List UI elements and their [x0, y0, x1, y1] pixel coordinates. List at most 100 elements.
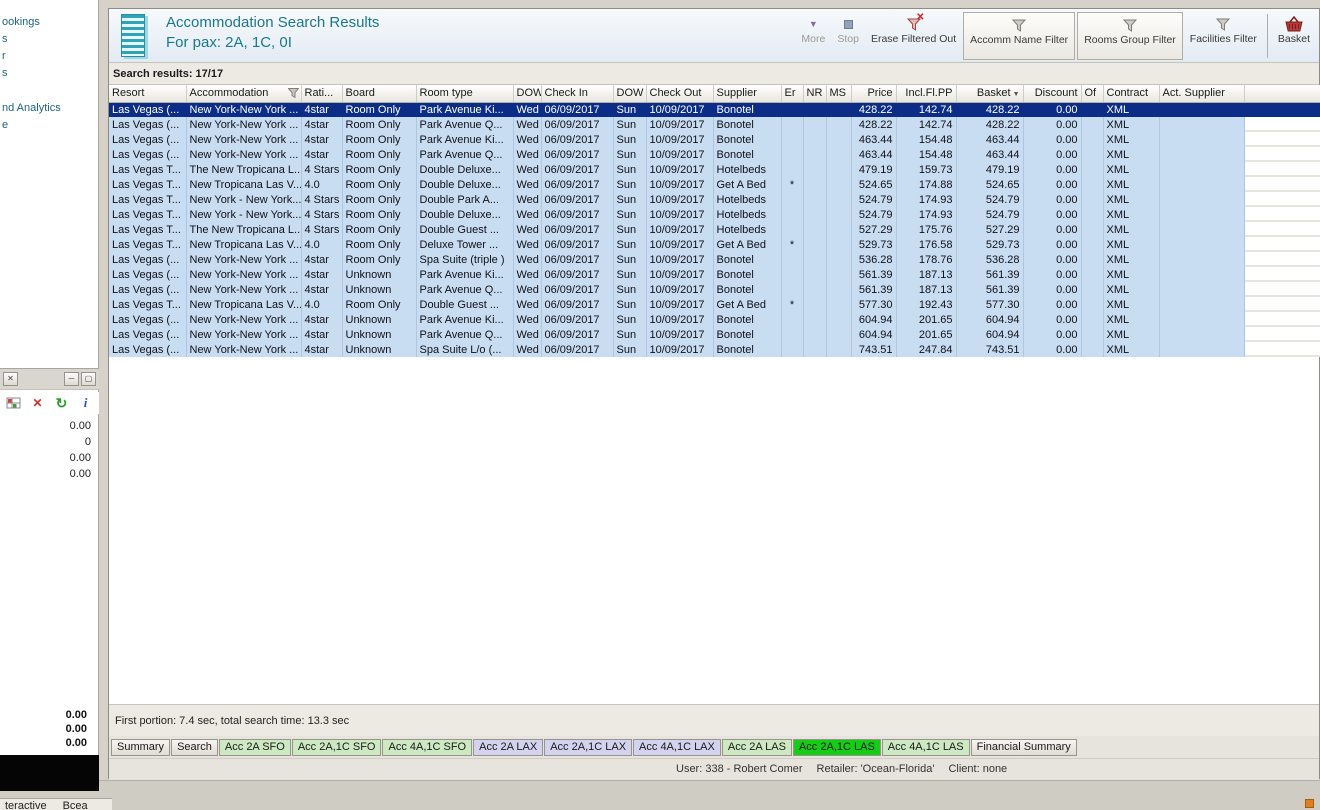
column-header-board[interactable]: Board: [342, 85, 416, 102]
column-header-price[interactable]: Price: [851, 85, 896, 102]
maximize-icon[interactable]: ▢: [81, 372, 96, 386]
results-count: Search results: 17/17: [109, 63, 1319, 85]
tab-acc-4a-1c-las[interactable]: Acc 4A,1C LAS: [882, 739, 970, 756]
funnel-icon: [1012, 16, 1026, 34]
minimize-icon[interactable]: ─: [64, 372, 79, 386]
tab-acc-2a-1c-las[interactable]: Acc 2A,1C LAS: [793, 739, 881, 756]
tab-acc-2a-las[interactable]: Acc 2A LAS: [722, 739, 792, 756]
sidebar-item[interactable]: s: [0, 31, 98, 48]
cell-filler: [1244, 267, 1320, 282]
cell: [781, 102, 803, 117]
cell: Room Only: [342, 102, 416, 117]
table-row[interactable]: Las Vegas (...New York-New York ...4star…: [109, 327, 1320, 342]
table-row[interactable]: Las Vegas T...New Tropicana Las V...4.0R…: [109, 297, 1320, 312]
table-row[interactable]: Las Vegas (...New York-New York ...4star…: [109, 342, 1320, 357]
column-header-dow[interactable]: DOW: [513, 85, 541, 102]
tab-acc-2a-1c-sfo[interactable]: Acc 2A,1C SFO: [292, 739, 382, 756]
table-row[interactable]: Las Vegas T...New York - New York...4 St…: [109, 192, 1320, 207]
cell: 604.94: [956, 327, 1023, 342]
more-button[interactable]: ▼ More: [795, 12, 831, 60]
sidebar-item[interactable]: s: [0, 65, 98, 82]
filter-funnel-icon[interactable]: [288, 88, 299, 101]
table-row[interactable]: Las Vegas T...The New Tropicana L...4 St…: [109, 222, 1320, 237]
cell: [781, 267, 803, 282]
bottom-tab[interactable]: teractive: [5, 799, 47, 810]
subpanel-value: 0.00: [70, 466, 91, 482]
accomm-name-filter-button[interactable]: Accomm Name Filter: [963, 12, 1075, 60]
cell: [803, 342, 826, 357]
table-row[interactable]: Las Vegas (...New York-New York ...4star…: [109, 267, 1320, 282]
table-row[interactable]: Las Vegas (...New York-New York ...4star…: [109, 252, 1320, 267]
cell: [1081, 312, 1103, 327]
cell: [826, 102, 851, 117]
tab-summary[interactable]: Summary: [111, 739, 170, 756]
cell: 10/09/2017: [646, 267, 713, 282]
rooms-group-filter-button[interactable]: Rooms Group Filter: [1077, 12, 1183, 60]
column-header-nr[interactable]: NR: [803, 85, 826, 102]
column-header-checkin[interactable]: Check In: [541, 85, 613, 102]
column-header-roomtype[interactable]: Room type: [416, 85, 513, 102]
cell: 4star: [301, 342, 342, 357]
erase-filtered-out-button[interactable]: ✕ Erase Filtered Out: [865, 12, 962, 60]
column-header-rati[interactable]: Rati...: [301, 85, 342, 102]
cell: Room Only: [342, 192, 416, 207]
table-row[interactable]: Las Vegas (...New York-New York ...4star…: [109, 117, 1320, 132]
column-header-resort[interactable]: Resort: [109, 85, 186, 102]
column-header-accommodation[interactable]: Accommodation: [186, 85, 301, 102]
cell: Sun: [613, 132, 646, 147]
tab-acc-4a-1c-lax[interactable]: Acc 4A,1C LAX: [633, 739, 721, 756]
basket-button[interactable]: Basket: [1272, 12, 1316, 60]
column-header-of[interactable]: Of: [1081, 85, 1103, 102]
sidebar-item[interactable]: nd Analytics: [0, 100, 98, 117]
info-icon[interactable]: i: [78, 396, 93, 411]
column-header-er[interactable]: Er: [781, 85, 803, 102]
bottom-tab[interactable]: Bcea: [63, 799, 88, 810]
column-header-actsupplier[interactable]: Act. Supplier: [1159, 85, 1244, 102]
tab-acc-4a-1c-sfo[interactable]: Acc 4A,1C SFO: [382, 739, 472, 756]
sidebar-item[interactable]: e: [0, 117, 98, 134]
column-header-inclflpp[interactable]: Incl.Fl.PP: [896, 85, 956, 102]
tab-search[interactable]: Search: [171, 739, 218, 756]
column-header-ms[interactable]: MS: [826, 85, 851, 102]
table-row[interactable]: Las Vegas (...New York-New York ...4star…: [109, 282, 1320, 297]
table-row[interactable]: Las Vegas (...New York-New York ...4star…: [109, 312, 1320, 327]
table-row[interactable]: Las Vegas T...New Tropicana Las V...4.0R…: [109, 237, 1320, 252]
column-header-basket[interactable]: Basket▼: [956, 85, 1023, 102]
refresh-icon[interactable]: ↻: [54, 396, 69, 411]
table-row[interactable]: Las Vegas T...New York - New York...4 St…: [109, 207, 1320, 222]
tab-acc-2a-lax[interactable]: Acc 2A LAX: [473, 739, 543, 756]
tab-acc-2a-1c-lax[interactable]: Acc 2A,1C LAX: [544, 739, 632, 756]
cell: Hotelbeds: [713, 162, 781, 177]
grid-edit-icon[interactable]: [6, 396, 21, 411]
facilities-filter-button[interactable]: Facilities Filter: [1184, 12, 1263, 60]
column-header-checkout[interactable]: Check Out: [646, 85, 713, 102]
cell: [1159, 177, 1244, 192]
cell: [826, 132, 851, 147]
stop-button[interactable]: Stop: [831, 12, 865, 60]
cell: Sun: [613, 237, 646, 252]
table-row[interactable]: Las Vegas T...The New Tropicana L...4 St…: [109, 162, 1320, 177]
cell: 10/09/2017: [646, 207, 713, 222]
table-row[interactable]: Las Vegas (...New York-New York ...4star…: [109, 132, 1320, 147]
sidebar-item[interactable]: r: [0, 48, 98, 65]
cell: 4.0: [301, 297, 342, 312]
column-header-dow[interactable]: DOW: [613, 85, 646, 102]
table-row[interactable]: Las Vegas (...New York-New York ...4star…: [109, 102, 1320, 117]
tab-financial-summary[interactable]: Financial Summary: [971, 739, 1077, 756]
results-count-label: Search results: 17/17: [113, 68, 223, 80]
table-row[interactable]: Las Vegas T...New Tropicana Las V...4.0R…: [109, 177, 1320, 192]
cell: Bonotel: [713, 147, 781, 162]
column-header-contract[interactable]: Contract: [1103, 85, 1159, 102]
column-header-discount[interactable]: Discount: [1023, 85, 1081, 102]
close-icon[interactable]: ✕: [3, 372, 18, 386]
tab-acc-2a-sfo[interactable]: Acc 2A SFO: [219, 739, 291, 756]
sidebar-item[interactable]: ookings: [0, 14, 98, 31]
sidebar-footer-box: [0, 755, 99, 791]
table-row[interactable]: Las Vegas (...New York-New York ...4star…: [109, 147, 1320, 162]
delete-icon[interactable]: ✕: [30, 396, 45, 411]
column-header-supplier[interactable]: Supplier: [713, 85, 781, 102]
cell: 524.79: [956, 207, 1023, 222]
cell: XML: [1103, 207, 1159, 222]
page-title: Accommodation Search Results: [166, 13, 379, 33]
cell: Wed: [513, 147, 541, 162]
